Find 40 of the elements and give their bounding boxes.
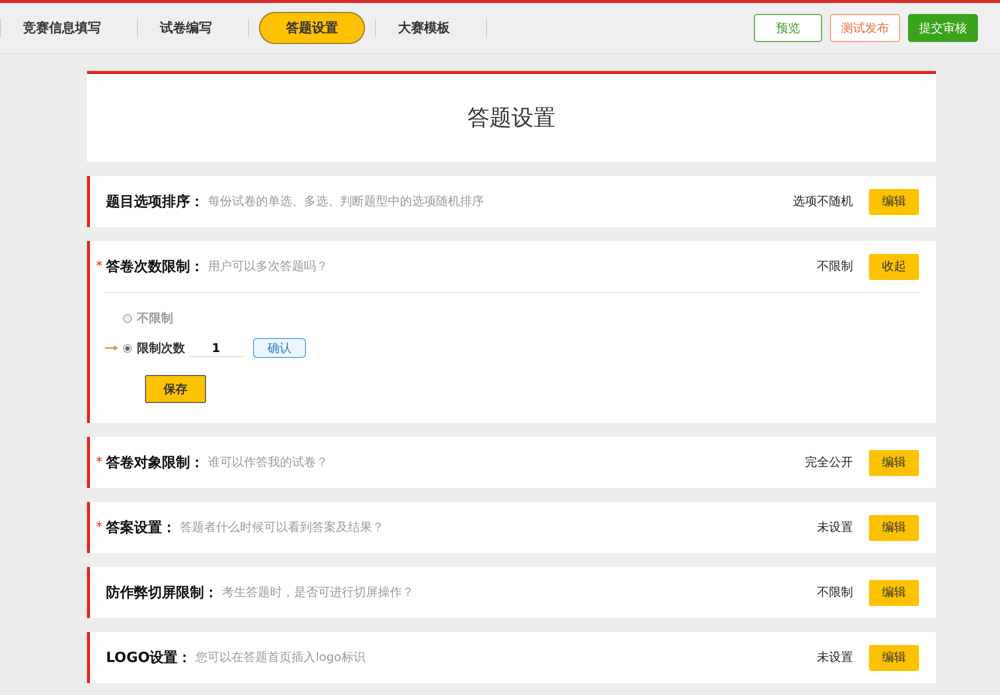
- required-mark: *: [96, 259, 104, 274]
- setting-status: 不限制: [817, 258, 853, 275]
- setting-label: LOGO设置：: [106, 648, 192, 666]
- toggle-button[interactable]: 编辑: [869, 188, 919, 214]
- tab[interactable]: 试卷编写: [138, 12, 234, 44]
- tab[interactable]: 大赛模板: [376, 12, 472, 44]
- toggle-button[interactable]: 编辑: [869, 514, 919, 540]
- radio-button[interactable]: [123, 344, 132, 352]
- setting-description: 您可以在答题首页插入logo标识: [196, 649, 366, 666]
- setting-status: 完全公开: [805, 454, 853, 471]
- option-label: 不限制: [137, 310, 173, 326]
- required-mark: *: [96, 455, 104, 470]
- toggle-button[interactable]: 编辑: [869, 644, 919, 670]
- save-button[interactable]: 保存: [145, 375, 206, 403]
- toggle-button[interactable]: 收起: [869, 254, 919, 280]
- setting-description: 考生答题时，是否可进行切屏操作？: [222, 584, 415, 601]
- setting-status: 不限制: [817, 584, 853, 601]
- page-title: 答题设置: [468, 105, 556, 133]
- setting-label: 答卷次数限制：: [106, 258, 204, 276]
- setting-label: 题目选项排序：: [106, 192, 204, 210]
- setting-description: 每份试卷的单选、多选、判断题型中的选项随机排序: [208, 193, 485, 210]
- setting-description: 谁可以作答我的试卷？: [208, 454, 329, 471]
- setting-description: 答题者什么时候可以看到答案及结果？: [180, 519, 385, 536]
- tab[interactable]: 答题设置: [259, 12, 365, 44]
- tab[interactable]: 竞赛信息填写: [1, 12, 123, 44]
- option-label: 限制次数: [137, 340, 185, 356]
- setting-status: 选项不随机: [793, 193, 853, 210]
- radio-button[interactable]: [123, 314, 132, 322]
- setting-label: 答卷对象限制：: [106, 454, 204, 472]
- action-button[interactable]: 预览: [754, 14, 822, 42]
- required-mark: *: [96, 520, 104, 535]
- setting-status: 未设置: [817, 649, 853, 666]
- setting-label: 答案设置：: [106, 518, 176, 536]
- arrow-icon: [105, 344, 119, 352]
- setting-label: 防作弊切屏限制：: [106, 584, 218, 602]
- toggle-button[interactable]: 编辑: [869, 450, 919, 476]
- confirm-button[interactable]: 确认: [253, 338, 306, 358]
- setting-description: 用户可以多次答题吗？: [208, 258, 329, 275]
- toggle-button[interactable]: 编辑: [869, 580, 919, 606]
- setting-status: 未设置: [817, 519, 853, 536]
